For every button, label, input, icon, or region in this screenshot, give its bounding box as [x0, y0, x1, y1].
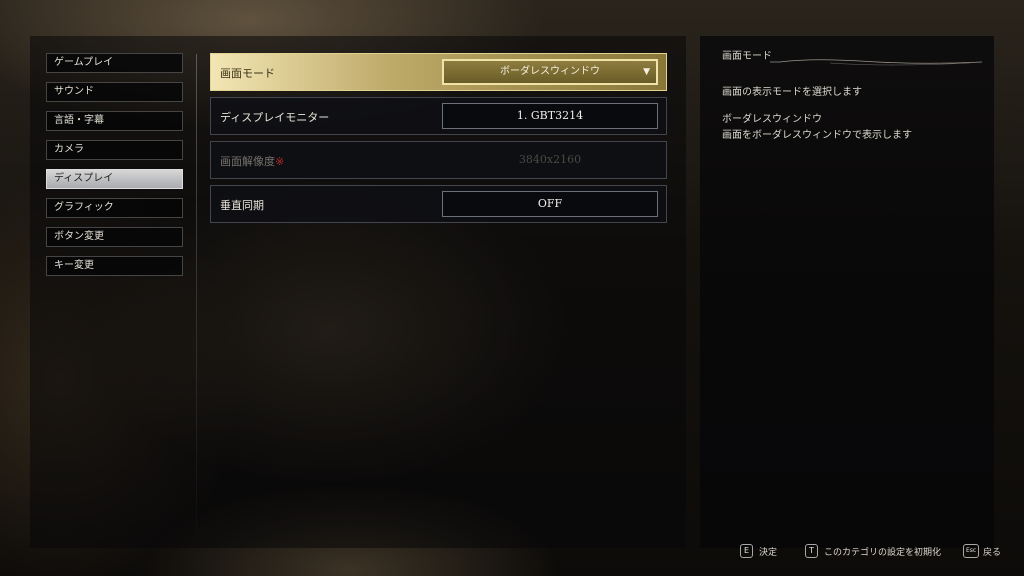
- setting-row-resolution: 画面解像度※ 3840x2160: [210, 141, 667, 179]
- screen-mode-value: ボーダレスウィンドウ: [500, 66, 600, 77]
- setting-label: 画面モード: [220, 67, 275, 80]
- setting-label: 画面解像度※: [220, 153, 284, 169]
- category-nav: ゲームプレイ サウンド 言語・字幕 カメラ ディスプレイ グラフィック ボタン変…: [46, 53, 183, 285]
- nav-divider: [196, 54, 197, 534]
- footer-hints: E 決定 T このカテゴリの設定を初期化 Esc 戻る: [0, 544, 1024, 560]
- nav-item-camera[interactable]: カメラ: [46, 140, 183, 160]
- back-hint[interactable]: 戻る: [983, 545, 1001, 558]
- detail-title: 画面モード: [722, 51, 772, 62]
- display-monitor-value: 1. GBT3214: [516, 109, 584, 122]
- screen-mode-dropdown[interactable]: ボーダレスウィンドウ ▼: [442, 59, 658, 85]
- nav-item-key-remap[interactable]: キー変更: [46, 256, 183, 276]
- reset-category-hint[interactable]: このカテゴリの設定を初期化: [824, 545, 941, 558]
- nav-item-language-subtitles[interactable]: 言語・字幕: [46, 111, 183, 131]
- e-key-icon: E: [740, 544, 753, 558]
- settings-list: 画面モード ボーダレスウィンドウ ▼ ディスプレイモニター 1. GBT3214…: [210, 53, 667, 229]
- resolution-selector: 3840x2160: [442, 147, 658, 173]
- setting-row-screen-mode[interactable]: 画面モード ボーダレスウィンドウ ▼: [210, 53, 667, 91]
- vsync-value: OFF: [537, 197, 563, 210]
- detail-option-description: 画面をボーダレスウィンドウで表示します: [722, 130, 912, 141]
- dropdown-arrow-icon: ▼: [643, 67, 650, 77]
- esc-key-icon: Esc: [963, 544, 980, 558]
- detail-option-name: ボーダレスウィンドウ: [722, 114, 822, 125]
- resolution-value: 3840x2160: [518, 153, 582, 166]
- resolution-label: 画面解像度: [220, 155, 275, 168]
- setting-row-display-monitor[interactable]: ディスプレイモニター 1. GBT3214: [210, 97, 667, 135]
- setting-row-vsync[interactable]: 垂直同期 OFF: [210, 185, 667, 223]
- display-monitor-selector[interactable]: 1. GBT3214: [442, 103, 658, 129]
- required-marker: ※: [275, 155, 285, 168]
- nav-item-sound[interactable]: サウンド: [46, 82, 183, 102]
- vsync-toggle[interactable]: OFF: [442, 191, 658, 217]
- t-key-icon: T: [805, 544, 818, 558]
- ornament-line: [770, 59, 982, 66]
- confirm-hint[interactable]: 決定: [759, 545, 777, 558]
- setting-label: ディスプレイモニター: [220, 111, 330, 124]
- setting-label: 垂直同期: [220, 199, 264, 212]
- detail-description: 画面の表示モードを選択します: [722, 87, 862, 98]
- nav-item-button-remap[interactable]: ボタン変更: [46, 227, 183, 247]
- nav-item-graphics[interactable]: グラフィック: [46, 198, 183, 218]
- nav-item-display[interactable]: ディスプレイ: [46, 169, 183, 189]
- nav-item-gameplay[interactable]: ゲームプレイ: [46, 53, 183, 73]
